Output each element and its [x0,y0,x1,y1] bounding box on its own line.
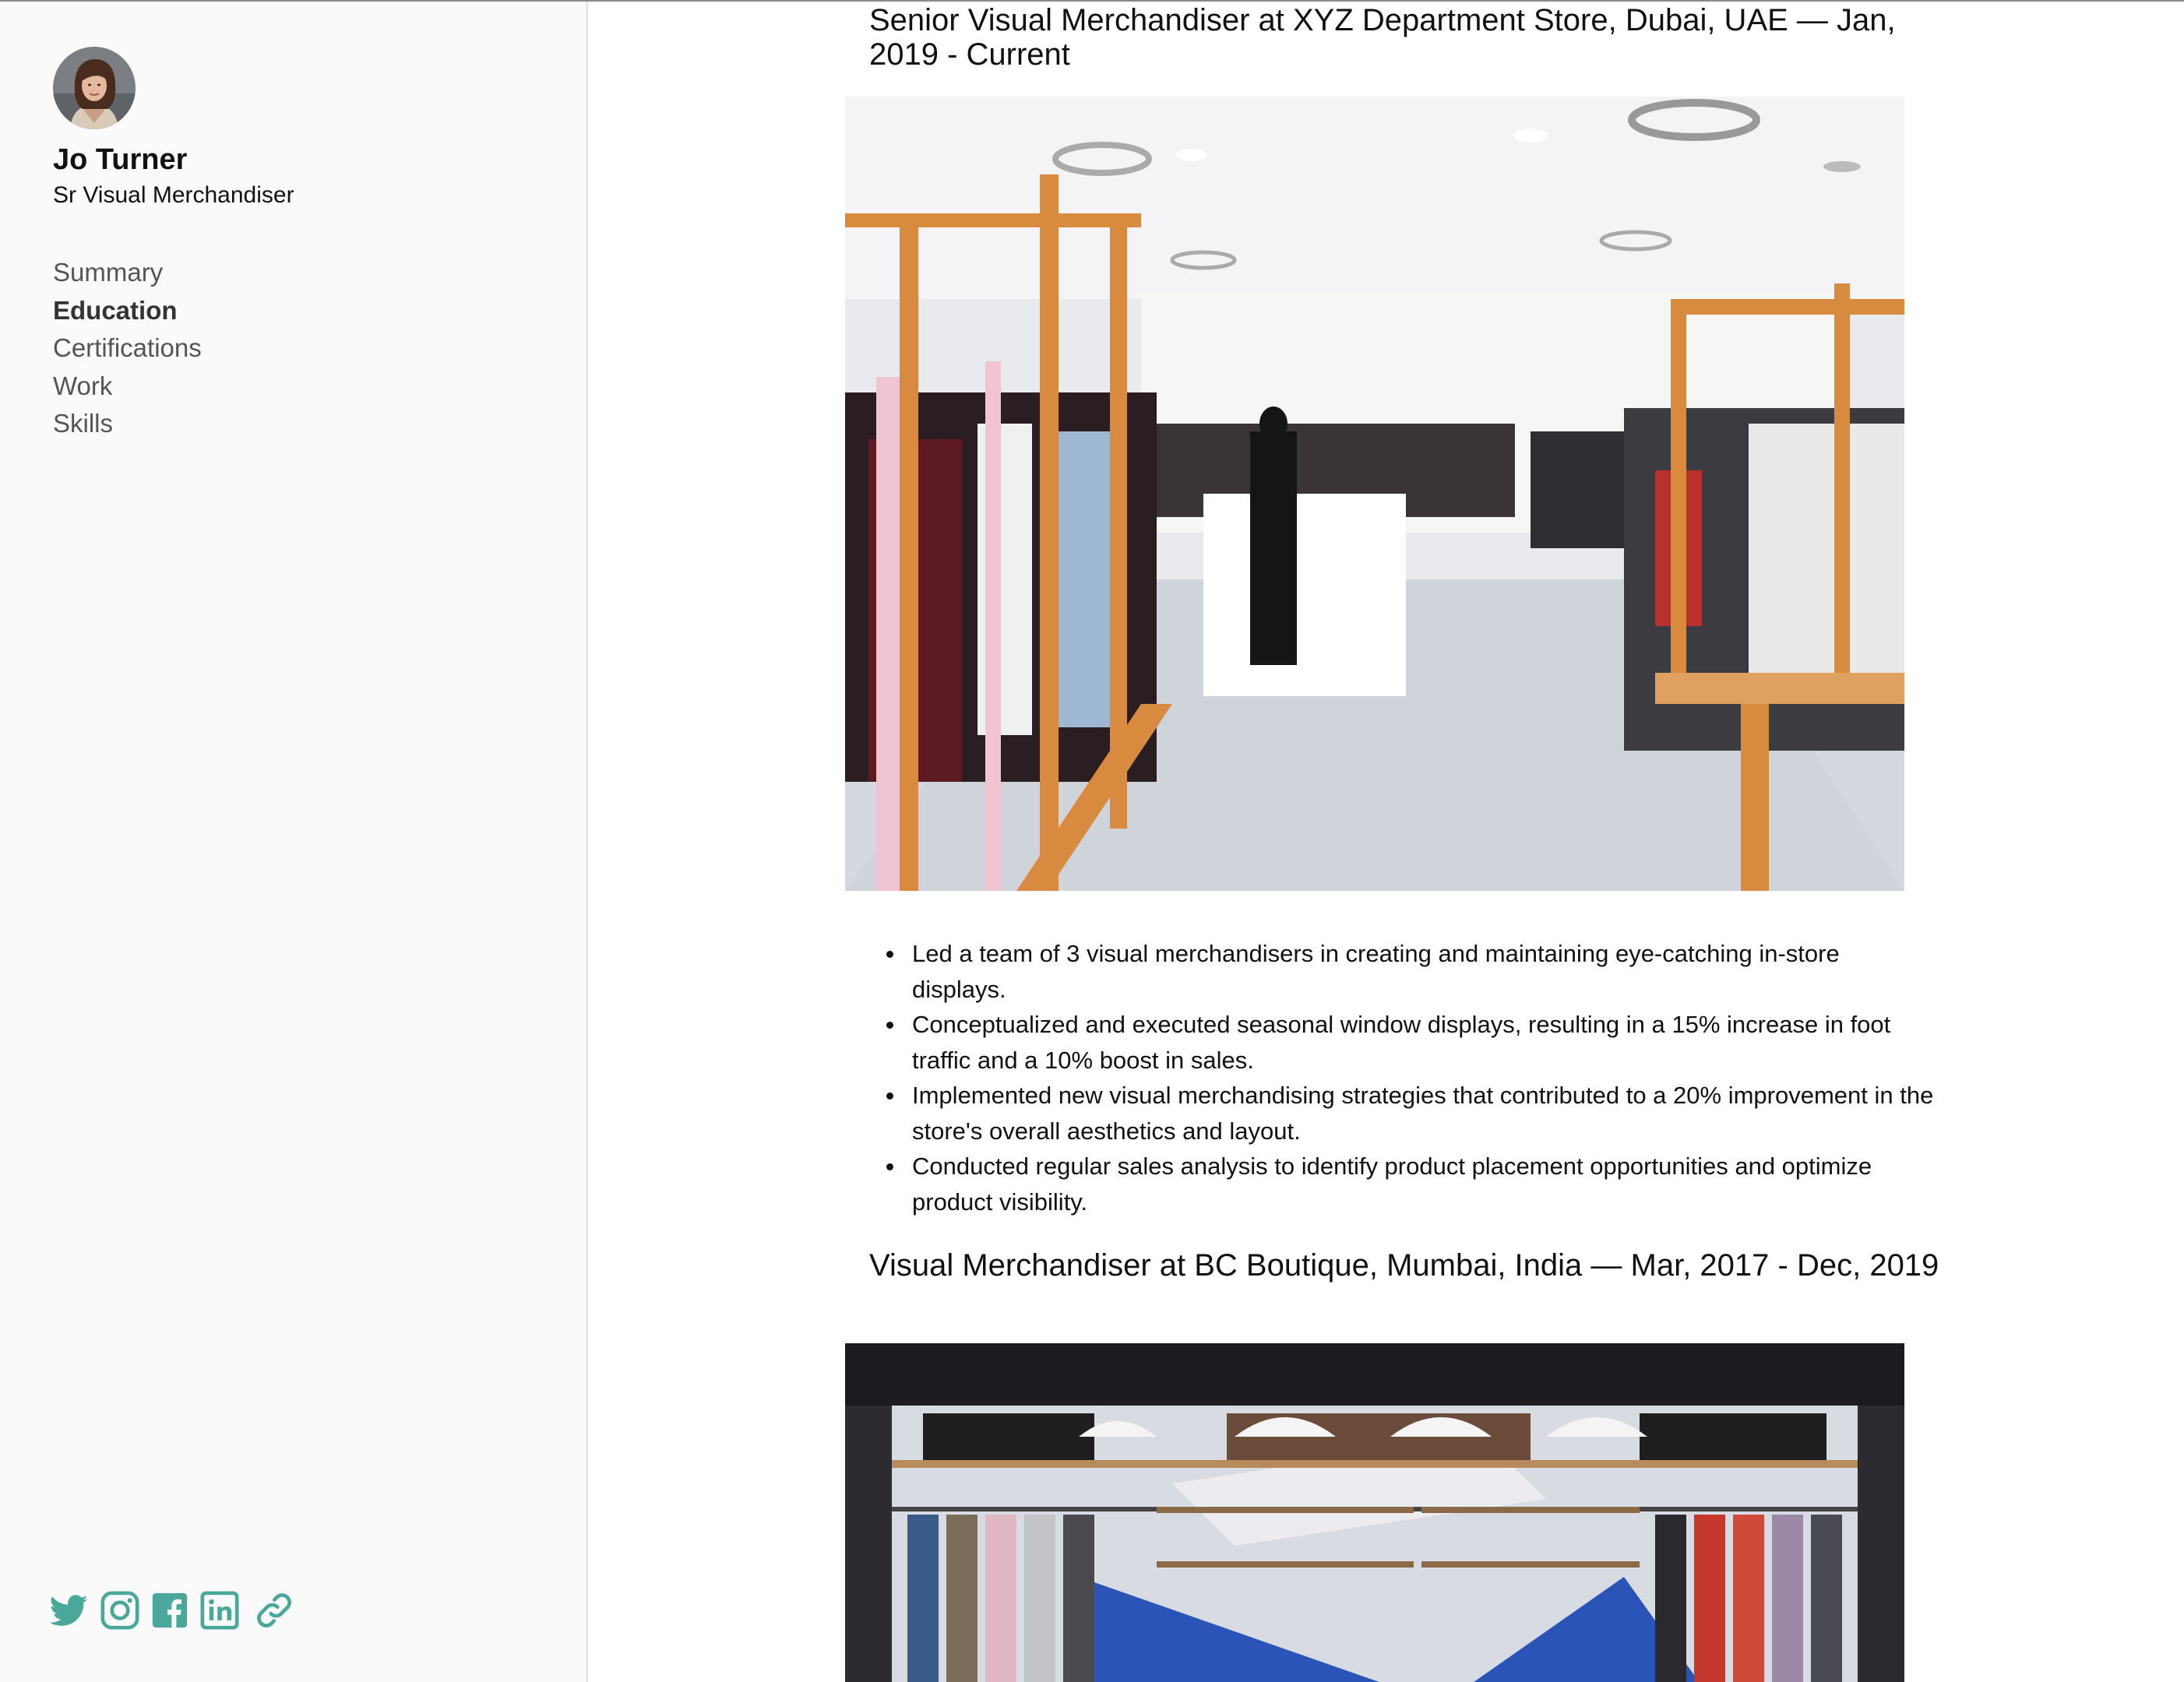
sidebar: Jo Turner Sr Visual Merchandiser Summary… [0,2,588,1682]
nav-item-summary[interactable]: Summary [53,254,202,292]
list-item: Conceptualized and executed seasonal win… [884,1007,1936,1078]
job-title-xyz: Senior Visual Merchandiser at XYZ Depart… [869,3,1896,72]
boutique-interior-photo [845,1343,1904,1682]
list-item: Implemented new visual merchandising str… [884,1078,1936,1149]
instagram-icon[interactable] [98,1589,142,1632]
nav-item-certifications[interactable]: Certifications [53,329,202,368]
nav-item-education[interactable]: Education [53,292,202,330]
store-interior-photo [845,97,1904,891]
list-item: Led a team of 3 visual merchandisers in … [884,936,1936,1007]
avatar [53,47,136,129]
profile-role: Sr Visual Merchandiser [53,182,294,208]
facebook-icon[interactable] [148,1589,192,1632]
job-title-bc-boutique: Visual Merchandiser at BC Boutique, Mumb… [869,1248,1939,1283]
list-item: Conducted regular sales analysis to iden… [884,1149,1936,1219]
nav-item-skills[interactable]: Skills [53,405,202,443]
section-nav: Summary Education Certifications Work Sk… [53,254,202,443]
nav-item-work[interactable]: Work [53,368,202,406]
twitter-icon[interactable] [47,1589,90,1632]
link-icon[interactable] [252,1589,296,1632]
main-content: Senior Visual Merchandiser at XYZ Depart… [588,2,2184,1682]
profile-name: Jo Turner [53,143,188,176]
job-bullets-xyz: Led a team of 3 visual merchandisers in … [884,936,1936,1219]
linkedin-icon[interactable] [198,1589,241,1632]
